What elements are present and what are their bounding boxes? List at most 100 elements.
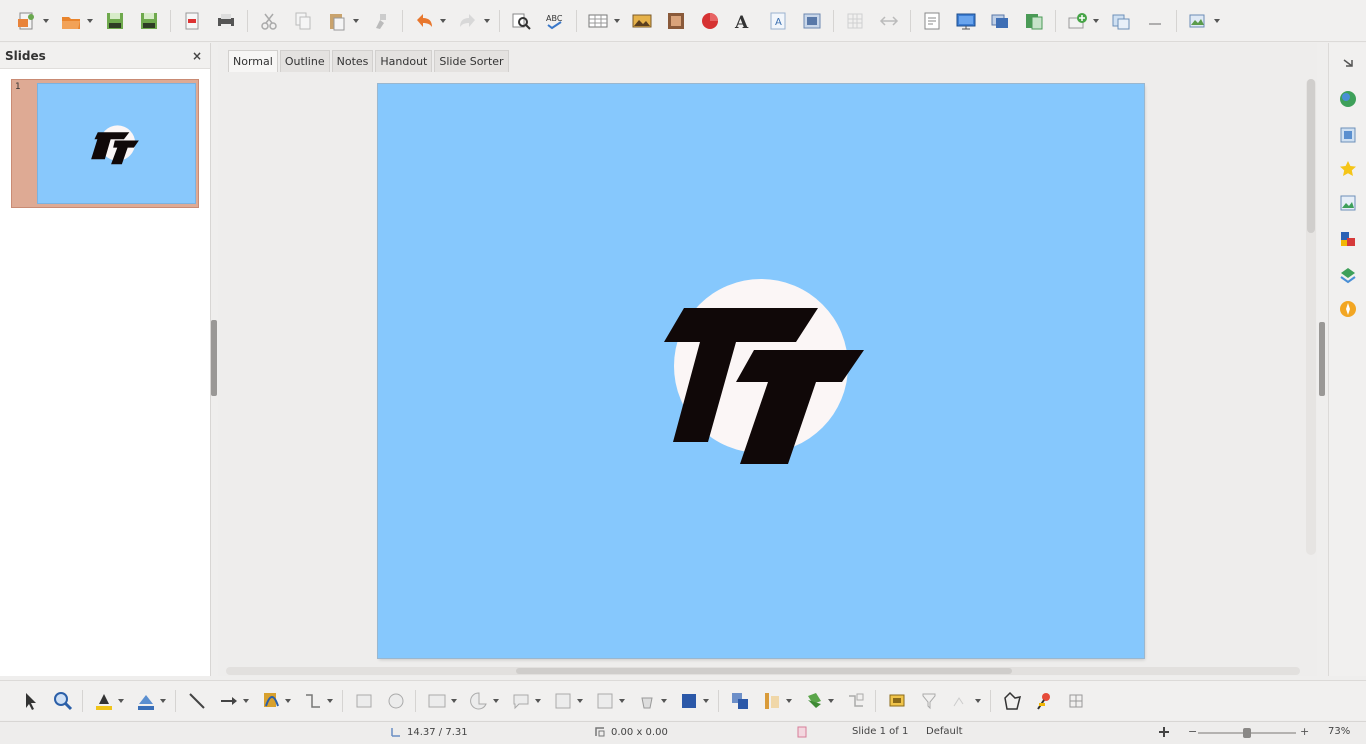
arrange-icon[interactable] xyxy=(727,688,753,714)
master-slide-name[interactable]: Default xyxy=(926,726,963,737)
slide-canvas[interactable] xyxy=(378,84,1144,658)
delete-slide-icon[interactable] xyxy=(1108,8,1134,34)
selection-mode[interactable] xyxy=(1158,726,1170,738)
slides-pane-splitter[interactable] xyxy=(211,320,217,396)
tab-slide-sorter[interactable]: Slide Sorter xyxy=(434,50,509,72)
spellcheck-icon[interactable]: ABC xyxy=(542,8,568,34)
basic-shapes-icon[interactable] xyxy=(351,688,377,714)
zoom-in-icon[interactable]: + xyxy=(1300,725,1309,738)
clone-formatting-icon[interactable] xyxy=(368,8,394,34)
pin-icon[interactable] xyxy=(1031,688,1057,714)
select-icon[interactable] xyxy=(18,688,44,714)
line-color-icon[interactable] xyxy=(133,688,159,714)
arrow-icon[interactable] xyxy=(216,688,242,714)
export-pdf-icon[interactable] xyxy=(179,8,205,34)
save-icon[interactable] xyxy=(102,8,128,34)
properties-icon[interactable] xyxy=(1336,87,1360,111)
zoom-slider[interactable]: − + xyxy=(1188,725,1309,738)
glue-points-icon[interactable] xyxy=(916,688,942,714)
3d-objects-dropdown[interactable] xyxy=(618,688,626,714)
symbol-shapes-icon[interactable] xyxy=(383,688,409,714)
slide-logo[interactable] xyxy=(378,84,1144,658)
crop-dropdown[interactable] xyxy=(827,688,835,714)
shadow-icon[interactable] xyxy=(759,688,785,714)
flowchart-icon[interactable] xyxy=(466,688,492,714)
horizontal-scrollbar[interactable] xyxy=(226,667,1300,675)
toggle-extrusion-dropdown[interactable] xyxy=(974,688,982,714)
helplines-icon[interactable] xyxy=(876,8,902,34)
align-dropdown[interactable] xyxy=(702,688,710,714)
curve-icon[interactable] xyxy=(258,688,284,714)
grid-icon[interactable] xyxy=(842,8,868,34)
table-dropdown[interactable] xyxy=(613,8,621,34)
vertical-scrollbar[interactable] xyxy=(1306,79,1316,555)
duplicate-slide-dropdown[interactable] xyxy=(1092,8,1100,34)
fill-color-dropdown[interactable] xyxy=(117,688,125,714)
flowchart-dropdown[interactable] xyxy=(492,688,500,714)
navigator-icon[interactable] xyxy=(1336,297,1360,321)
stars-dropdown[interactable] xyxy=(576,688,584,714)
image-icon[interactable] xyxy=(629,8,655,34)
points-icon[interactable] xyxy=(884,688,910,714)
redo-dropdown[interactable] xyxy=(483,8,491,34)
redo-icon[interactable] xyxy=(455,8,481,34)
styles-icon[interactable] xyxy=(1336,227,1360,251)
zoom-out-icon[interactable]: − xyxy=(1188,725,1197,738)
undo-icon[interactable] xyxy=(411,8,437,34)
display-mode-dropdown[interactable] xyxy=(1213,8,1221,34)
rotate-icon[interactable] xyxy=(634,688,660,714)
textbox-icon[interactable]: A xyxy=(765,8,791,34)
toggle-point-edit-icon[interactable] xyxy=(1063,688,1089,714)
master-slides-icon[interactable] xyxy=(1336,191,1360,215)
special-character-icon[interactable] xyxy=(799,8,825,34)
crop-icon[interactable] xyxy=(801,688,827,714)
copy-icon[interactable] xyxy=(290,8,316,34)
horizontal-scrollbar-thumb[interactable] xyxy=(516,668,1012,674)
table-icon[interactable] xyxy=(585,8,611,34)
stars-icon[interactable] xyxy=(550,688,576,714)
vertical-scrollbar-thumb[interactable] xyxy=(1307,79,1315,233)
connector-dropdown[interactable] xyxy=(326,688,334,714)
display-view-icon[interactable] xyxy=(1142,8,1168,34)
tab-handout[interactable]: Handout xyxy=(375,50,433,72)
tab-normal[interactable]: Normal xyxy=(228,50,278,72)
line-color-dropdown[interactable] xyxy=(159,688,167,714)
callouts-icon[interactable] xyxy=(508,688,534,714)
3d-objects-icon[interactable] xyxy=(592,688,618,714)
undo-dropdown[interactable] xyxy=(439,8,447,34)
close-pane-button[interactable]: × xyxy=(192,49,202,63)
new-slide-icon[interactable] xyxy=(1021,8,1047,34)
zoom-slider-knob[interactable] xyxy=(1243,728,1251,738)
slide-thumbnail[interactable]: 1 xyxy=(11,79,199,208)
open-icon[interactable] xyxy=(58,8,84,34)
toggle-extrusion-icon[interactable] xyxy=(948,688,974,714)
align-icon[interactable] xyxy=(676,688,702,714)
new-dropdown[interactable] xyxy=(42,8,50,34)
print-icon[interactable] xyxy=(213,8,239,34)
new-icon[interactable] xyxy=(14,8,40,34)
document-modified-indicator[interactable] xyxy=(797,726,807,738)
callouts-dropdown[interactable] xyxy=(534,688,542,714)
edit-points-icon[interactable] xyxy=(999,688,1025,714)
fontwork-icon[interactable]: A xyxy=(731,8,757,34)
cut-icon[interactable] xyxy=(256,8,282,34)
export-icon[interactable] xyxy=(136,8,162,34)
gallery-icon[interactable] xyxy=(1336,263,1360,287)
connector-icon[interactable] xyxy=(300,688,326,714)
paste-icon[interactable] xyxy=(324,8,350,34)
zoom-percent[interactable]: 73% xyxy=(1328,726,1350,737)
display-mode-icon[interactable] xyxy=(1185,8,1211,34)
duplicate-slide-icon[interactable] xyxy=(1064,8,1090,34)
rotate-dropdown[interactable] xyxy=(660,688,668,714)
master-slide-icon[interactable] xyxy=(919,8,945,34)
line-icon[interactable] xyxy=(184,688,210,714)
find-replace-icon[interactable] xyxy=(508,8,534,34)
filter-icon[interactable] xyxy=(843,688,869,714)
sidebar-menu-icon[interactable] xyxy=(1336,51,1360,75)
media-icon[interactable] xyxy=(663,8,689,34)
sidebar-splitter[interactable] xyxy=(1319,322,1325,396)
open-dropdown[interactable] xyxy=(86,8,94,34)
paste-dropdown[interactable] xyxy=(352,8,360,34)
shadow-dropdown[interactable] xyxy=(785,688,793,714)
fill-color-icon[interactable] xyxy=(91,688,117,714)
